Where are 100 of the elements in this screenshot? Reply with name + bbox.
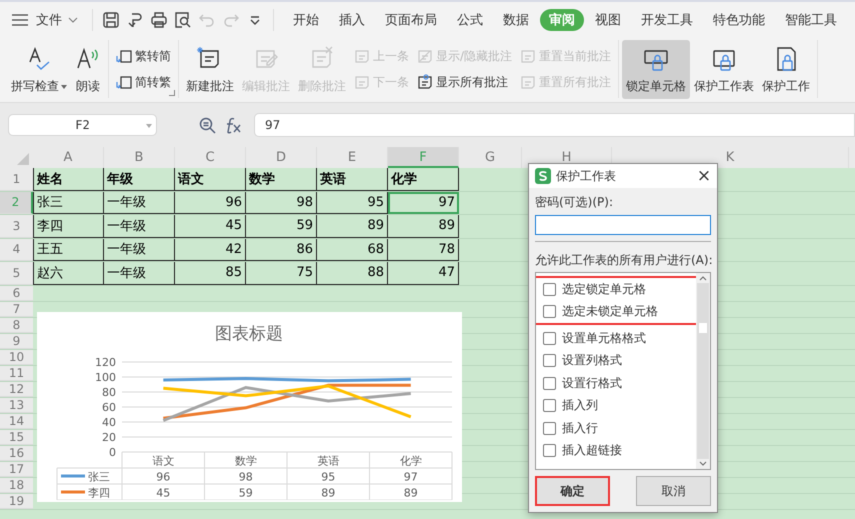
axis-label: 120	[95, 356, 116, 369]
row-header[interactable]: 3	[0, 215, 33, 238]
row-header[interactable]: 10	[0, 350, 33, 364]
column-header[interactable]: D	[246, 147, 317, 168]
row-header[interactable]: 19	[0, 494, 33, 508]
tool-icon[interactable]	[126, 11, 144, 29]
permission-option[interactable]: 设置单元格格式	[536, 327, 696, 350]
ribbon-button[interactable]: 锁定单元格	[622, 40, 690, 99]
ribbon-tab[interactable]: 开始	[284, 9, 328, 31]
permission-option[interactable]: 选定锁定单元格	[536, 278, 696, 300]
checkbox[interactable]	[543, 444, 556, 458]
save-icon[interactable]	[102, 11, 120, 29]
ribbon-tab[interactable]: 页面布局	[376, 9, 446, 31]
password-field[interactable]	[535, 215, 711, 235]
close-button[interactable]: ×	[691, 166, 717, 186]
formula-field[interactable]: 97	[254, 113, 855, 137]
ribbon-button[interactable]: 繁转简	[116, 46, 171, 66]
file-menu[interactable]: 文件	[36, 11, 62, 29]
row-header[interactable]: 17	[0, 462, 33, 476]
scroll-down-icon[interactable]	[699, 461, 707, 466]
ribbon-button[interactable]: 拼写检查	[7, 40, 71, 99]
axis-label: 80	[102, 386, 116, 399]
column-header[interactable]: A	[33, 147, 104, 168]
ribbon-tab[interactable]: 特色功能	[704, 9, 774, 31]
scrollbar[interactable]	[696, 273, 710, 469]
ribbon-tab[interactable]: 审阅	[540, 9, 584, 31]
legend-label: 李四	[88, 486, 110, 500]
row-header[interactable]: 13	[0, 398, 33, 412]
name-box[interactable]: F2	[8, 114, 157, 136]
ribbon-button[interactable]: 朗读	[71, 40, 105, 99]
print-icon[interactable]	[150, 11, 168, 29]
ribbon-tab[interactable]: 智能工具	[776, 9, 846, 31]
row-header[interactable]: 11	[0, 366, 33, 380]
column-header[interactable]: B	[104, 147, 175, 168]
permission-option[interactable]: 设置行格式	[536, 372, 696, 394]
permission-option[interactable]: 插入列	[536, 394, 696, 417]
table-cell: 王五	[33, 238, 104, 261]
checkbox[interactable]	[543, 399, 556, 412]
ribbon-tab[interactable]: 插入	[330, 9, 374, 31]
permission-option[interactable]: 选定未锁定单元格	[536, 300, 696, 323]
permission-option[interactable]: 插入超链接	[536, 440, 696, 462]
comment-icon	[354, 74, 370, 90]
launcher-icon[interactable]	[169, 90, 175, 96]
ribbon-tab[interactable]: 公式	[448, 9, 492, 31]
checkbox[interactable]	[543, 305, 556, 318]
data-table-value: 97	[404, 470, 418, 484]
table-cell: 一年级	[104, 238, 175, 261]
axis-label: 英语	[317, 454, 340, 468]
row-header[interactable]: 4	[0, 238, 33, 261]
table-cell: 89	[388, 215, 459, 238]
ribbon-tab[interactable]: 视图	[586, 9, 630, 31]
checkbox[interactable]	[543, 422, 556, 435]
axis-label: 60	[102, 401, 116, 414]
row-header[interactable]: 16	[0, 446, 33, 460]
row-header[interactable]: 6	[0, 286, 33, 300]
table-cell: 一年级	[104, 192, 175, 214]
row-header[interactable]: 8	[0, 318, 33, 332]
table-cell: 88	[317, 262, 388, 284]
scroll-up-icon[interactable]	[699, 276, 707, 281]
dialog-button[interactable]: 取消	[636, 476, 711, 506]
scroll-thumb[interactable]	[699, 323, 707, 333]
checkbox[interactable]	[543, 354, 556, 368]
row-header[interactable]: 5	[0, 262, 33, 284]
row-header[interactable]: 9	[0, 334, 33, 348]
ribbon-button[interactable]: 显示所有批注	[417, 72, 512, 92]
table-cell: 86	[246, 238, 317, 261]
function-icon[interactable]	[224, 116, 242, 134]
data-table-value: 95	[321, 470, 336, 484]
table-cell: 59	[246, 215, 317, 238]
checkbox[interactable]	[543, 332, 556, 345]
ribbon-button[interactable]: 保护工作表	[690, 40, 758, 99]
dialog-button[interactable]: 确定	[535, 476, 610, 506]
preview-icon[interactable]	[174, 11, 192, 29]
menu-icon[interactable]	[12, 14, 28, 26]
ribbon-button[interactable]: 新建批注	[182, 40, 238, 99]
axis-label: 100	[95, 371, 116, 384]
zoom-icon[interactable]	[199, 116, 216, 134]
table-cell: 45	[175, 215, 246, 238]
row-header[interactable]: 2	[0, 192, 33, 214]
row-header[interactable]: 7	[0, 302, 33, 316]
column-header[interactable]: G	[459, 147, 522, 168]
ribbon-button[interactable]: 保护工作	[758, 40, 814, 99]
column-header[interactable]: C	[175, 147, 246, 168]
row-header[interactable]: 14	[0, 414, 33, 428]
row-header[interactable]: 15	[0, 430, 33, 444]
permission-option[interactable]: 插入行	[536, 417, 696, 440]
column-header[interactable]: F	[388, 147, 459, 168]
checkbox[interactable]	[543, 376, 556, 390]
table-cell: 化学	[388, 168, 459, 190]
checkbox[interactable]	[543, 282, 556, 296]
ribbon-button[interactable]: 简转繁	[116, 72, 171, 92]
ribbon-tab[interactable]: 数据	[494, 9, 538, 31]
caret-icon[interactable]	[68, 17, 78, 23]
row-header[interactable]: 18	[0, 478, 33, 492]
ribbon-tab[interactable]: 开发工具	[632, 9, 702, 31]
row-header[interactable]: 12	[0, 382, 33, 396]
table-cell: 97	[388, 192, 459, 214]
legend-label: 张三	[88, 470, 110, 484]
row-header[interactable]: 1	[0, 168, 33, 190]
permission-option[interactable]: 设置列格式	[536, 350, 696, 372]
